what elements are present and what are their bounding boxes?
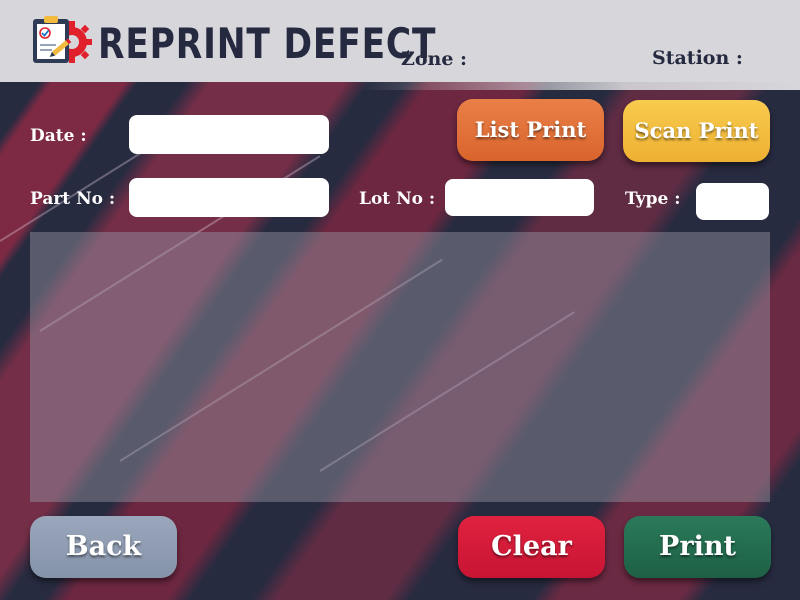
date-field[interactable] <box>129 115 329 154</box>
type-label: Type : <box>625 189 681 209</box>
zone-label: Zone : <box>401 48 468 70</box>
list-print-button[interactable]: List Print <box>457 99 604 161</box>
print-button[interactable]: Print <box>624 516 771 578</box>
back-button[interactable]: Back <box>30 516 177 578</box>
lot-no-field[interactable] <box>445 179 594 216</box>
date-label: Date : <box>30 126 87 146</box>
header-bar: REPRINT DEFECT Zone : Station : <box>0 0 800 82</box>
page-title: REPRINT DEFECT <box>98 19 437 68</box>
lot-no-label: Lot No : <box>359 189 436 209</box>
clipboard-gear-icon <box>30 15 94 67</box>
scan-print-button[interactable]: Scan Print <box>623 100 770 162</box>
type-field[interactable] <box>696 183 769 220</box>
station-label: Station : <box>652 47 743 69</box>
header-divider <box>360 82 800 90</box>
part-no-label: Part No : <box>30 189 116 209</box>
clear-button[interactable]: Clear <box>458 516 605 578</box>
part-no-field[interactable] <box>129 178 329 217</box>
results-panel[interactable] <box>30 232 770 502</box>
